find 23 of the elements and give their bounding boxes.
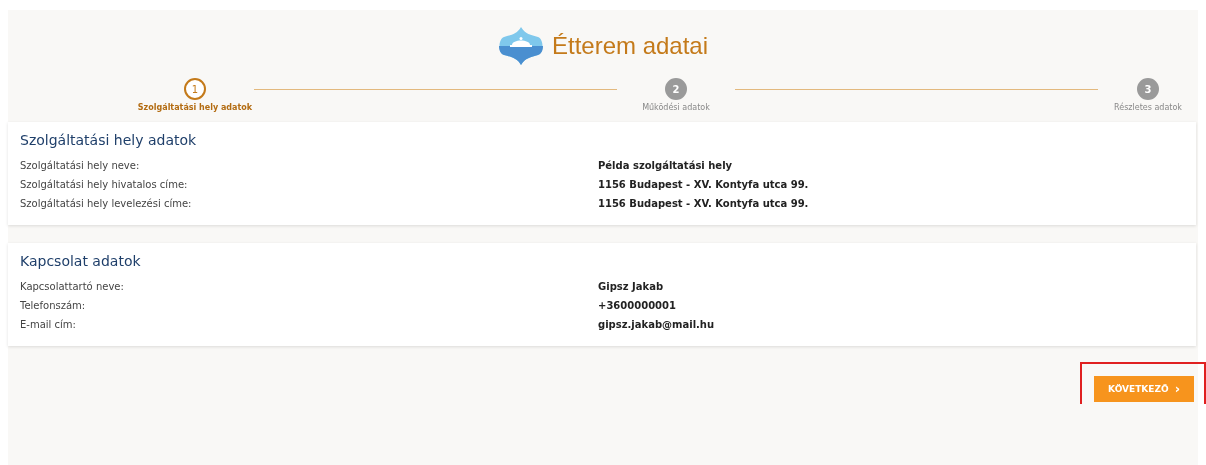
field-label: Szolgáltatási hely levelezési címe: <box>20 198 193 209</box>
step-number[interactable]: 1 <box>184 78 206 100</box>
step-label[interactable]: Szolgáltatási hely adatok <box>137 103 253 112</box>
section-title: Kapcsolat adatok <box>20 253 142 269</box>
field-value: 1156 Budapest - XV. Kontyfa utca 99. <box>598 179 809 190</box>
field-label: Szolgáltatási hely hivatalos címe: <box>20 179 189 190</box>
step-label[interactable]: Részletes adatok <box>1114 103 1182 112</box>
field-value: Példa szolgáltatási hely <box>598 160 733 171</box>
field-label: E-mail cím: <box>20 319 77 330</box>
field-label: Kapcsolattartó neve: <box>20 281 125 292</box>
field-value: +3600000001 <box>598 300 676 311</box>
cloche-logo-icon <box>497 26 544 66</box>
section-title: Szolgáltatási hely adatok <box>20 132 198 148</box>
field-value: 1156 Budapest - XV. Kontyfa utca 99. <box>598 198 809 209</box>
step-number[interactable]: 2 <box>665 78 687 100</box>
step-label[interactable]: Működési adatok <box>642 103 710 112</box>
field-label: Telefonszám: <box>20 300 87 311</box>
field-label: Szolgáltatási hely neve: <box>20 160 141 171</box>
field-value: Gipsz Jakab <box>598 281 664 292</box>
next-button[interactable]: KÖVETKEZŐ › <box>1094 376 1194 402</box>
step-number[interactable]: 3 <box>1137 78 1159 100</box>
page-title: Étterem adatai <box>551 32 709 60</box>
field-value: gipsz.jakab@mail.hu <box>598 319 715 330</box>
